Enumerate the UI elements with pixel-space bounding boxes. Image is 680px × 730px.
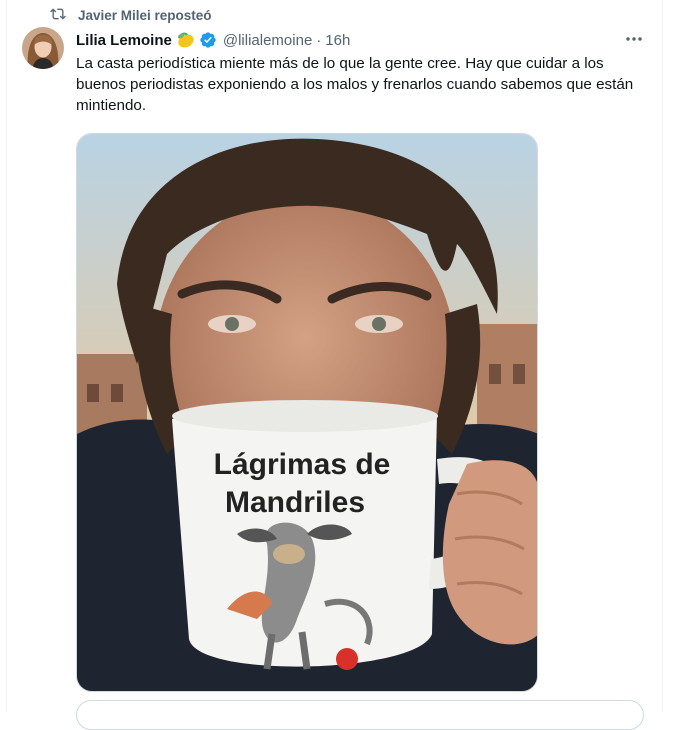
author-name[interactable]: Lilia Lemoine: [76, 32, 172, 49]
mug-text-line1: Lágrimas de: [214, 448, 391, 481]
more-options-icon[interactable]: [622, 30, 646, 48]
mug-text-line2: Mandriles: [225, 486, 365, 519]
timeline-right-border: [662, 0, 663, 712]
repost-icon: [50, 6, 78, 25]
author-handle[interactable]: @lilialemoine: [223, 32, 312, 49]
repost-indicator[interactable]: Javier Milei reposteó: [50, 6, 212, 24]
tweet-timestamp[interactable]: 16h: [325, 32, 350, 49]
tweet-text: La casta periodística miente más de lo q…: [76, 55, 634, 114]
next-card-peek: [76, 700, 644, 730]
separator-dot: ·: [316, 31, 322, 49]
tweet-media-image[interactable]: Lágrimas de Mandriles: [76, 133, 538, 692]
repost-label: Javier Milei reposteó: [78, 7, 212, 23]
lemon-icon: [176, 31, 196, 49]
verified-badge-icon[interactable]: [199, 31, 217, 49]
timeline-left-border: [6, 0, 7, 712]
author-avatar[interactable]: [22, 27, 64, 69]
tweet-header: Lilia Lemoine @lilialemoine · 16h: [76, 30, 350, 50]
